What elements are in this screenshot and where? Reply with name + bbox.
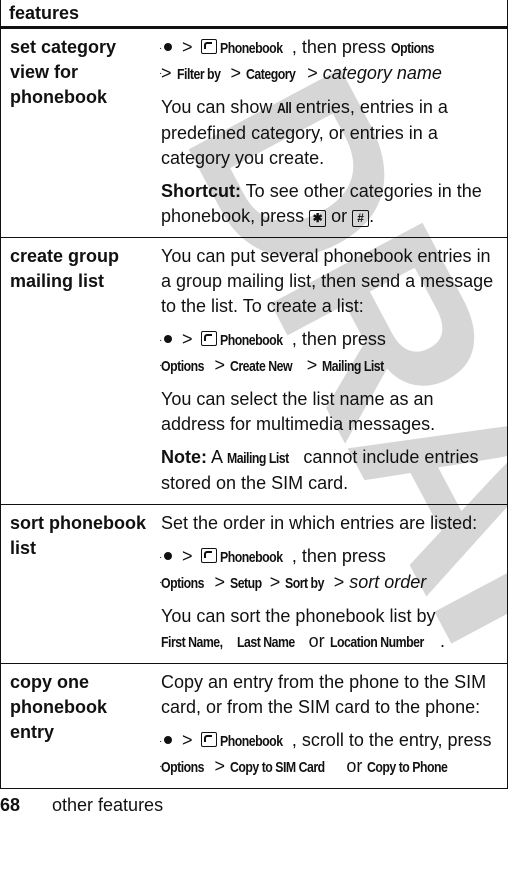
table-row: set category view for phonebook > Phoneb… bbox=[1, 29, 507, 238]
paragraph: Set the order in which entries are liste… bbox=[161, 513, 478, 533]
nav-key-icon bbox=[159, 36, 175, 86]
menu-item-phonebook: Phonebook bbox=[219, 549, 283, 566]
menu-item-copy-to-sim: Copy to SIM Card bbox=[230, 759, 325, 776]
note-label: Note: bbox=[161, 447, 207, 467]
nav-key-icon bbox=[159, 328, 175, 378]
nav-key-icon bbox=[159, 729, 175, 779]
feature-description: You can put several phonebook entries in… bbox=[151, 238, 507, 504]
table-row: sort phonebook list Set the order in whi… bbox=[1, 505, 507, 664]
feature-description: Set the order in which entries are liste… bbox=[151, 505, 507, 663]
menu-arg: category name bbox=[322, 63, 442, 83]
menu-item-sort-by: Sort by bbox=[285, 575, 325, 592]
paragraph: Copy an entry from the phone to the SIM … bbox=[161, 672, 487, 717]
star-key-icon: ✱ bbox=[309, 210, 327, 227]
menu-arg: sort order bbox=[349, 572, 427, 592]
feature-name: sort phonebook list bbox=[10, 513, 146, 558]
shortcut-paragraph: Shortcut: To see other categories in the… bbox=[161, 181, 482, 227]
feature-name: copy one phonebook entry bbox=[10, 672, 107, 742]
paragraph: You can put several phonebook entries in… bbox=[161, 246, 494, 316]
feature-description: Copy an entry from the phone to the SIM … bbox=[151, 664, 507, 788]
menu-item-copy-to-phone: Copy to Phone bbox=[367, 759, 448, 776]
menu-item-phonebook: Phonebook bbox=[219, 733, 283, 750]
page-number: 68 bbox=[0, 795, 21, 815]
menu-path: > Phonebook, scroll to the entry, press … bbox=[159, 728, 499, 780]
nav-key-icon bbox=[159, 545, 175, 595]
phonebook-icon bbox=[200, 732, 217, 747]
table-header: features bbox=[1, 0, 507, 29]
menu-item-mailing-list: Mailing List bbox=[322, 358, 385, 375]
menu-item-create-new: Create New bbox=[230, 358, 293, 375]
feature-description: > Phonebook, then press Options > Filter… bbox=[151, 29, 507, 237]
shortcut-label: Shortcut: bbox=[161, 181, 241, 201]
hash-key-icon: # bbox=[352, 210, 370, 227]
paragraph: You can sort the phonebook list by First… bbox=[161, 606, 445, 651]
menu-item-options: Options bbox=[161, 759, 205, 776]
menu-item-options: Options bbox=[161, 358, 205, 375]
features-table: features set category view for phonebook… bbox=[0, 0, 508, 789]
menu-item-filter-by: Filter by bbox=[176, 66, 221, 83]
paragraph: You can select the list name as an addre… bbox=[161, 389, 436, 434]
menu-item-category: Category bbox=[246, 66, 296, 83]
section-title: other features bbox=[52, 795, 164, 815]
menu-item-phonebook: Phonebook bbox=[219, 332, 283, 349]
menu-path: > Phonebook, then press Options > Setup … bbox=[159, 544, 499, 596]
menu-path: > Phonebook, then press Options > Filter… bbox=[159, 35, 499, 87]
page-footer: 68 other features bbox=[0, 795, 163, 815]
paragraph: You can show All entries, entries in a p… bbox=[161, 97, 448, 168]
phonebook-icon bbox=[200, 331, 217, 346]
phonebook-icon bbox=[200, 39, 217, 54]
feature-name: create group mailing list bbox=[10, 246, 120, 291]
menu-item-options: Options bbox=[390, 40, 435, 57]
table-row: create group mailing list You can put se… bbox=[1, 238, 507, 505]
note-paragraph: Note: A Mailing List cannot include entr… bbox=[161, 447, 479, 493]
menu-item-phonebook: Phonebook bbox=[219, 40, 283, 57]
menu-item-setup: Setup bbox=[230, 575, 262, 592]
phonebook-icon bbox=[200, 548, 217, 563]
menu-path: > Phonebook, then press Options > Create… bbox=[159, 327, 499, 379]
menu-item-options: Options bbox=[161, 575, 205, 592]
feature-name: set category view for phonebook bbox=[10, 37, 117, 107]
table-row: copy one phonebook entry Copy an entry f… bbox=[1, 664, 507, 788]
